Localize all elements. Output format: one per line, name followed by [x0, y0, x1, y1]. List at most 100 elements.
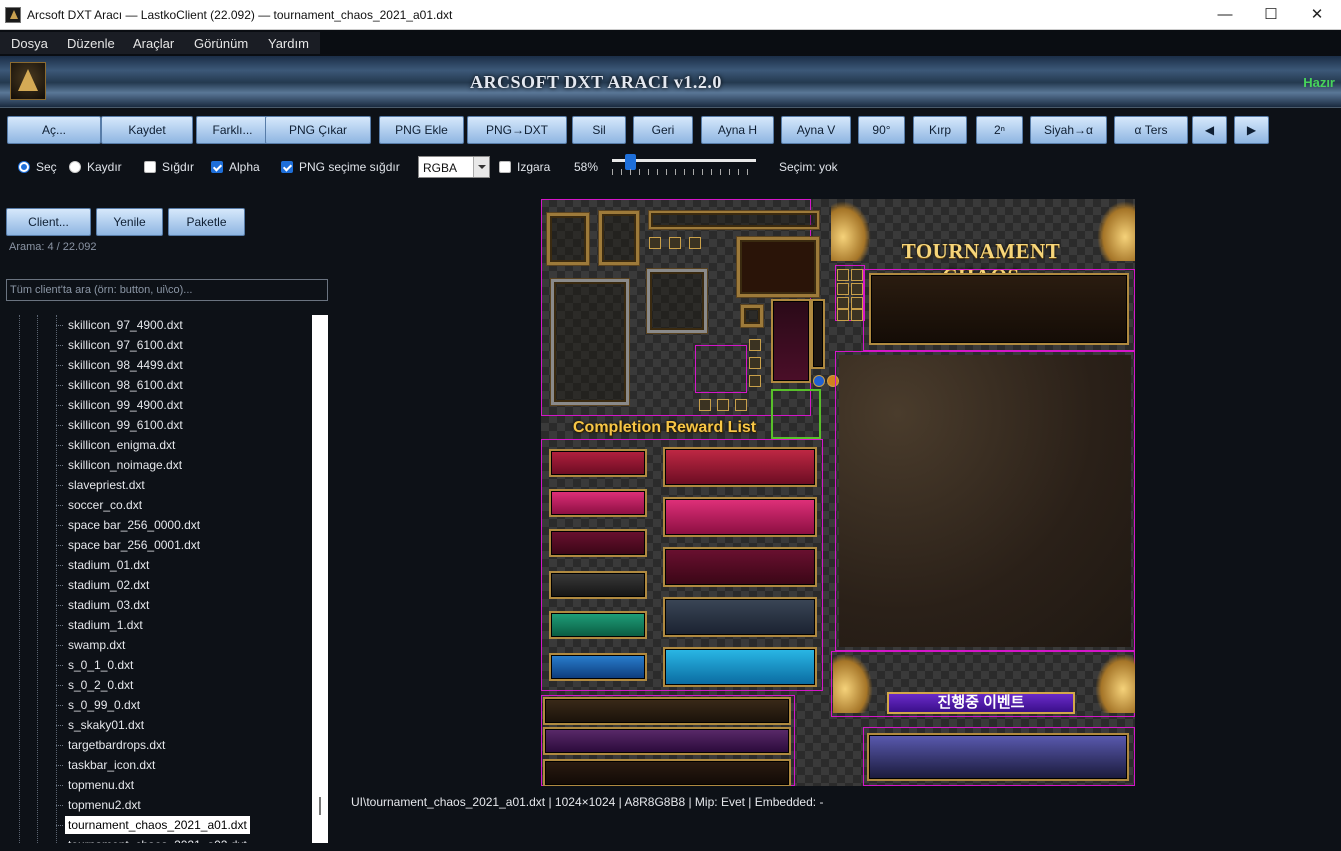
list-item[interactable]: skillicon_97_4900.dxt	[6, 315, 312, 335]
open-button[interactable]: Aç...	[7, 116, 101, 144]
slider-thumb[interactable]	[625, 154, 636, 170]
x-icon	[649, 237, 661, 249]
texture-bar	[867, 733, 1129, 781]
menu-yardim[interactable]: Yardım	[268, 36, 309, 51]
texture-bar	[549, 489, 647, 517]
texture-bar	[663, 497, 817, 537]
undo-button[interactable]: Geri	[633, 116, 693, 144]
maximize-button[interactable]: ☐	[1248, 0, 1294, 30]
power-of-two-button[interactable]: 2ⁿ	[976, 116, 1023, 144]
crop-button[interactable]: Kırp	[913, 116, 967, 144]
list-item[interactable]: skillicon_99_4900.dxt	[6, 395, 312, 415]
file-name: skillicon_98_6100.dxt	[68, 378, 183, 392]
file-name: space bar_256_0000.dxt	[68, 518, 201, 532]
list-item[interactable]: stadium_03.dxt	[6, 595, 312, 615]
prev-icon[interactable]: ◀	[1192, 116, 1227, 144]
texture-bar	[543, 759, 791, 786]
list-item[interactable]: stadium_1.dxt	[6, 615, 312, 635]
file-name: swamp.dxt	[68, 638, 126, 652]
list-item[interactable]: topmenu.dxt	[6, 775, 312, 795]
mirror-h-button[interactable]: Ayna H	[701, 116, 774, 144]
zoom-slider[interactable]	[612, 154, 758, 178]
client-button[interactable]: Client...	[6, 208, 91, 236]
file-tree[interactable]: skillicon_97_4900.dxt skillicon_97_6100.d…	[6, 315, 328, 843]
black-to-alpha-button[interactable]: Siyah→α	[1030, 116, 1107, 144]
texture-bar	[663, 447, 817, 487]
menu-duzenle[interactable]: Düzenle	[67, 36, 115, 51]
texture-frame	[599, 211, 639, 265]
list-item[interactable]: space bar_256_0001.dxt	[6, 535, 312, 555]
list-item[interactable]: skillicon_99_6100.dxt	[6, 415, 312, 435]
texture-bar	[549, 449, 647, 477]
file-name: skillicon_99_4900.dxt	[68, 398, 183, 412]
list-item[interactable]: tournament_chaos_2021_a01.dxt	[6, 815, 312, 835]
mode-move-radio[interactable]: Kaydır	[69, 160, 122, 174]
list-item[interactable]: targetbardrops.dxt	[6, 735, 312, 755]
mode-select-radio[interactable]: Seç	[18, 160, 57, 174]
window-title: Arcsoft DXT Aracı — LastkoClient (22.092…	[27, 8, 453, 22]
refresh-button[interactable]: Yenile	[96, 208, 163, 236]
ornate-frame	[551, 279, 629, 405]
fit-checkbox[interactable]: Sığdır	[144, 160, 194, 174]
search-input[interactable]	[6, 279, 328, 301]
wing-left-icon	[833, 653, 873, 713]
list-item[interactable]: s_0_2_0.dxt	[6, 675, 312, 695]
list-item[interactable]: topmenu2.dxt	[6, 795, 312, 815]
texture-bar	[549, 529, 647, 557]
file-name: s_0_2_0.dxt	[68, 678, 134, 692]
texture-bar	[663, 547, 817, 587]
png-to-dxt-button[interactable]: PNG→DXT	[467, 116, 567, 144]
tree-scrollbar[interactable]	[312, 315, 328, 843]
mirror-v-button[interactable]: Ayna V	[781, 116, 851, 144]
button-icon	[749, 375, 761, 387]
list-item[interactable]: slavepriest.dxt	[6, 475, 312, 495]
png-export-button[interactable]: PNG Çıkar	[265, 116, 371, 144]
arrow-up-icon	[851, 297, 863, 309]
scrollbar-thumb[interactable]	[319, 797, 321, 815]
grid-checkbox[interactable]: Izgara	[499, 160, 550, 174]
alpha-checkbox[interactable]: Alpha	[211, 160, 260, 174]
list-item[interactable]: taskbar_icon.dxt	[6, 755, 312, 775]
wing-right-icon	[1097, 201, 1135, 261]
minimize-button[interactable]: —	[1202, 0, 1248, 30]
pack-button[interactable]: Paketle	[168, 208, 245, 236]
file-name: skillicon_enigma.dxt	[68, 438, 176, 452]
list-item[interactable]: space bar_256_0000.dxt	[6, 515, 312, 535]
delete-button[interactable]: Sil	[572, 116, 626, 144]
button-icon	[749, 339, 761, 351]
alpha-label: Alpha	[229, 160, 260, 174]
list-item[interactable]: soccer_co.dxt	[6, 495, 312, 515]
list-item[interactable]: skillicon_enigma.dxt	[6, 435, 312, 455]
menu-dosya[interactable]: Dosya	[11, 36, 48, 51]
list-item[interactable]: s_0_1_0.dxt	[6, 655, 312, 675]
file-name: slavepriest.dxt	[68, 478, 145, 492]
list-item[interactable]: skillicon_98_4499.dxt	[6, 355, 312, 375]
menu-araclar[interactable]: Araçlar	[133, 36, 174, 51]
list-item[interactable]: skillicon_noimage.dxt	[6, 455, 312, 475]
mode-move-label: Kaydır	[87, 160, 122, 174]
file-name: stadium_01.dxt	[68, 558, 150, 572]
menu-gorunum[interactable]: Görünüm	[194, 36, 248, 51]
list-item[interactable]: s_skaky01.dxt	[6, 715, 312, 735]
png-import-button[interactable]: PNG Ekle	[379, 116, 464, 144]
list-item[interactable]: skillicon_97_6100.dxt	[6, 335, 312, 355]
save-as-button[interactable]: Farklı...	[196, 116, 269, 144]
reward-title: Completion Reward List	[573, 419, 757, 436]
list-item[interactable]: stadium_02.dxt	[6, 575, 312, 595]
list-item[interactable]: stadium_01.dxt	[6, 555, 312, 575]
rotate-90-button[interactable]: 90°	[858, 116, 905, 144]
format-dropdown[interactable]: RGBA	[418, 156, 490, 178]
list-item[interactable]: skillicon_98_6100.dxt	[6, 375, 312, 395]
close-button[interactable]: ✕	[1294, 0, 1340, 30]
texture-preview[interactable]: TOURNAMENT CHAOS Completion Reward List …	[541, 199, 1135, 786]
texture-panel	[869, 273, 1129, 345]
invert-alpha-button[interactable]: α Ters	[1114, 116, 1188, 144]
list-item[interactable]: swamp.dxt	[6, 635, 312, 655]
save-button[interactable]: Kaydet	[101, 116, 193, 144]
png-fit-checkbox[interactable]: PNG seçime sığdır	[281, 160, 400, 174]
next-icon[interactable]: ▶	[1234, 116, 1269, 144]
atlas-region	[771, 389, 821, 439]
list-item[interactable]: s_0_99_0.dxt	[6, 695, 312, 715]
list-item[interactable]: tournament_chaos_2021_a02.dxt	[6, 835, 312, 843]
file-list: skillicon_97_4900.dxt skillicon_97_6100.d…	[6, 315, 312, 843]
